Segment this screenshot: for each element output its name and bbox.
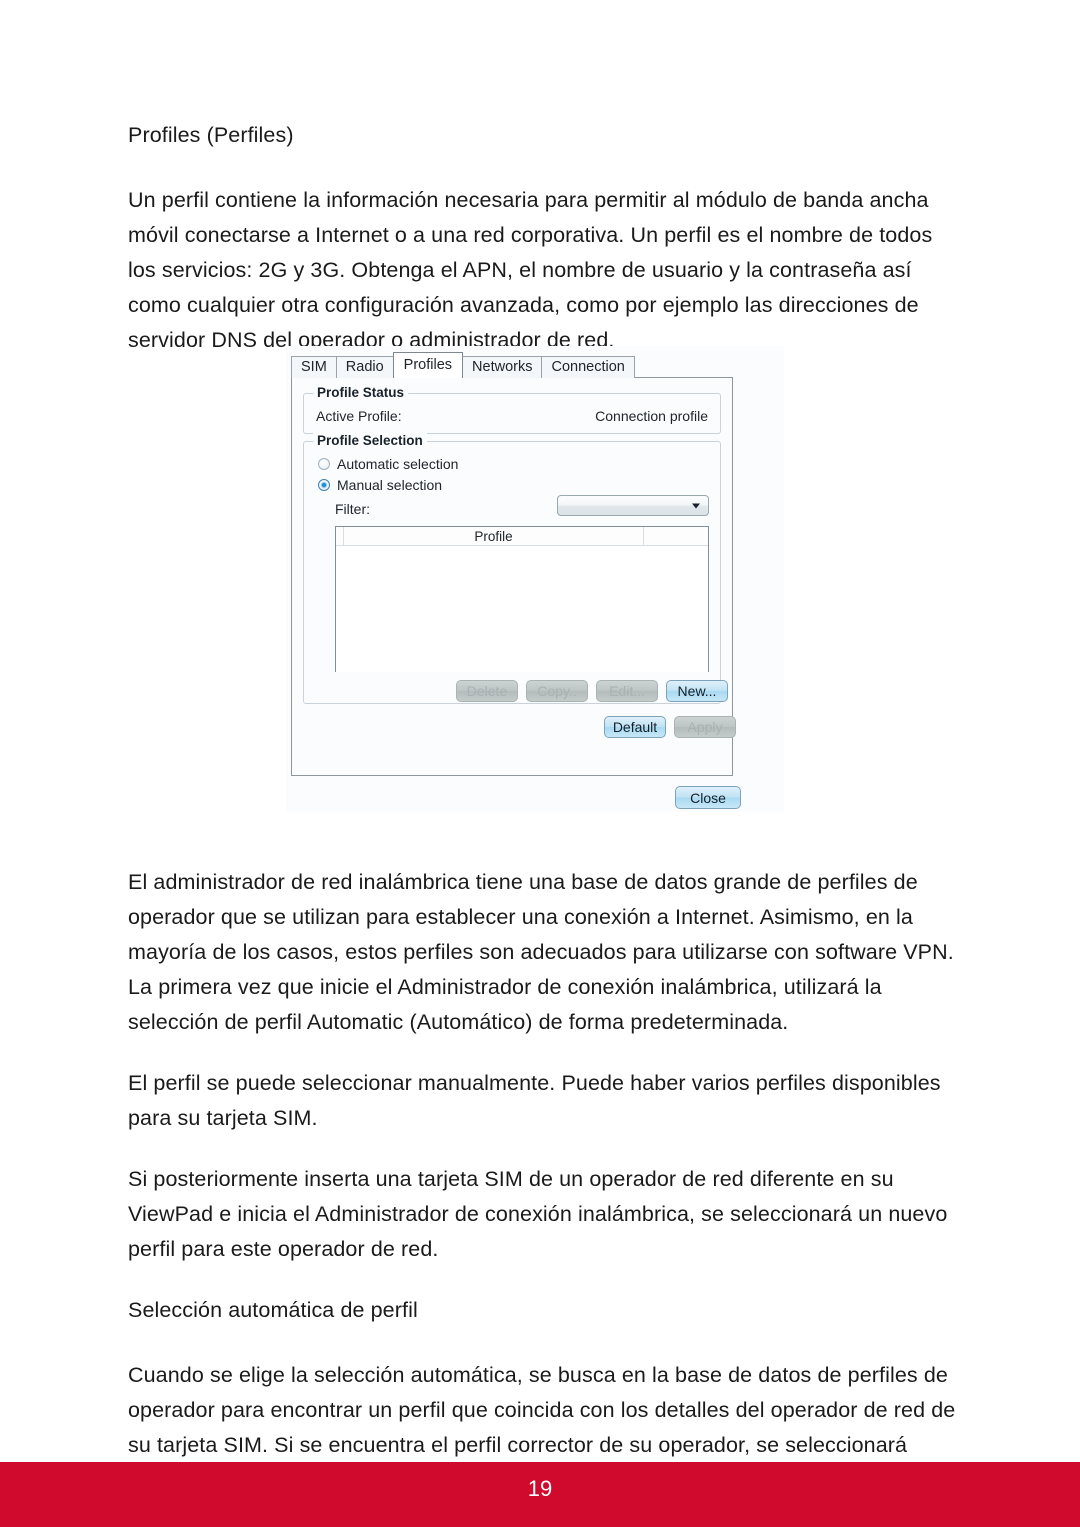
new-button[interactable]: New... (666, 680, 728, 702)
profiles-tab-panel: Profile Status Active Profile: Connectio… (291, 377, 736, 776)
edit-button[interactable]: Edit... (596, 680, 658, 702)
profile-table[interactable]: Profile (335, 526, 709, 672)
profile-status-title: Profile Status (313, 385, 409, 400)
paragraph-4: Si posteriormente inserta una tarjeta SI… (128, 1167, 948, 1261)
document-page: Profiles (Perfiles) Un perfil contiene l… (0, 0, 1080, 1492)
radio-selected-icon (318, 479, 330, 491)
active-profile-row: Active Profile: Connection profile (316, 408, 708, 424)
radio-unselected-icon (318, 458, 330, 470)
paragraph-3: El perfil se puede seleccionar manualmen… (128, 1071, 941, 1130)
chevron-down-icon (692, 503, 700, 508)
delete-button[interactable]: Delete (456, 680, 518, 702)
document-body-lower: El administrador de red inalámbrica tien… (128, 865, 960, 1498)
radio-manual-selection[interactable]: Manual selection (318, 477, 442, 493)
active-profile-value: Connection profile (595, 408, 708, 424)
profile-table-body (336, 546, 708, 672)
profile-status-group: Profile Status Active Profile: Connectio… (303, 385, 721, 434)
tab-profiles[interactable]: Profiles (392, 352, 464, 378)
default-button[interactable]: Default (604, 716, 666, 738)
tab-radio[interactable]: Radio (335, 356, 394, 378)
section-heading: Profiles (Perfiles) (128, 123, 294, 147)
page-number: 19 (527, 1476, 553, 1501)
document-body: Profiles (Perfiles) Un perfil contiene l… (128, 118, 960, 384)
close-button[interactable]: Close (675, 786, 741, 809)
tab-networks[interactable]: Networks (462, 356, 543, 378)
profile-table-header: Profile (336, 527, 708, 546)
profiles-dialog-figure: SIM Radio Profiles Networks Connection P… (286, 346, 784, 812)
tab-strip: SIM Radio Profiles Networks Connection (291, 352, 635, 378)
copy-button[interactable]: Copy.. (526, 680, 588, 702)
radio-automatic-selection[interactable]: Automatic selection (318, 456, 458, 472)
profile-selection-group: Profile Selection Automatic selection Ma… (303, 433, 728, 704)
column-header-blank-left (336, 527, 344, 545)
column-header-profile: Profile (344, 527, 644, 545)
filter-label: Filter: (335, 501, 370, 517)
column-header-blank-right (644, 527, 708, 545)
sub-heading: Selección automática de perfil (128, 1298, 418, 1322)
radio-manual-label: Manual selection (337, 477, 443, 493)
apply-button[interactable]: Apply (674, 716, 736, 738)
tab-sim[interactable]: SIM (291, 356, 337, 378)
paragraph-2: El administrador de red inalámbrica tien… (128, 870, 954, 1034)
active-profile-label: Active Profile: (316, 408, 402, 424)
wireless-manager-window: SIM Radio Profiles Networks Connection P… (286, 346, 784, 812)
radio-automatic-label: Automatic selection (337, 456, 459, 472)
filter-dropdown[interactable] (557, 495, 709, 516)
page-footer-band: 19 (0, 1462, 1080, 1527)
paragraph-1: Un perfil contiene la información necesa… (128, 188, 933, 352)
tab-connection[interactable]: Connection (541, 356, 635, 378)
profile-selection-title: Profile Selection (313, 433, 427, 448)
